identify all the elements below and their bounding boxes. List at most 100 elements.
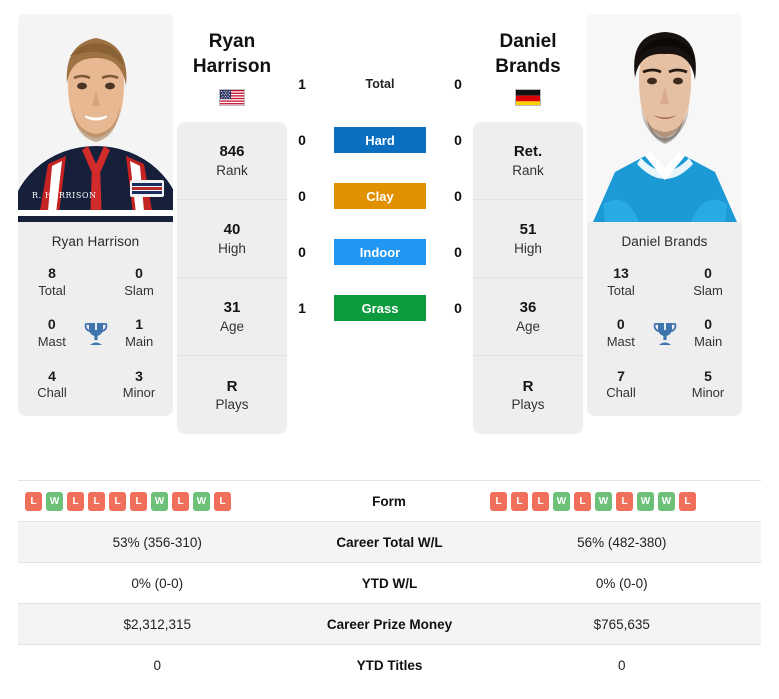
row-label-ytd-wl: YTD W/L — [361, 575, 418, 591]
form-badge-l[interactable]: L — [574, 491, 591, 511]
value: 0 — [135, 265, 143, 281]
h2h-row-indoor: 0 Indoor 0 — [291, 238, 469, 266]
value: $765,635 — [593, 616, 650, 632]
left-player-photo-column: R. HARRISON Ryan Harrison 8 Total 0 Slam… — [18, 14, 173, 480]
titles-row: 13 Total 0 Slam — [595, 265, 734, 299]
label: High — [514, 240, 542, 256]
left-player-photo: R. HARRISON — [18, 14, 173, 222]
value: 7 — [617, 367, 625, 384]
value: 0 — [617, 657, 626, 673]
h2h-left-score: 1 — [298, 300, 306, 316]
h2h-right-score: 0 — [454, 132, 462, 148]
titles-row: 8 Total 0 Slam — [26, 265, 165, 299]
form-badge-l[interactable]: L — [679, 491, 696, 511]
value: 8 — [48, 265, 56, 281]
form-badge-w[interactable]: W — [46, 491, 63, 511]
right-stat-rank: Ret. Rank — [473, 122, 583, 201]
de-flag-icon — [515, 89, 541, 107]
form-badge-l[interactable]: L — [616, 491, 633, 511]
form-badge-w[interactable]: W — [553, 491, 570, 511]
row-label-career-total-wl: Career Total W/L — [336, 534, 443, 550]
label: Mast — [37, 333, 66, 349]
left-stat-rank: 846 Rank — [177, 122, 287, 201]
svg-text:R. HARRISON: R. HARRISON — [32, 191, 97, 200]
surface-badge-clay[interactable]: Clay — [334, 183, 426, 209]
left-value-cell: 0 — [18, 658, 297, 673]
form-badge-w[interactable]: W — [658, 491, 675, 511]
left-form-cell: LWLLLLWLWL — [18, 491, 296, 511]
right-form-badges: LLLWLWLWWL — [490, 491, 696, 511]
form-badge-l[interactable]: L — [511, 491, 528, 511]
right-player-last-name: Brands — [495, 55, 561, 77]
value: 0 — [153, 657, 161, 673]
comparison-table: LWLLLLWLWL Form LLLWLWLWWL 53% (356-310)… — [0, 480, 779, 685]
value: 0 — [47, 316, 56, 333]
left-titles-card: Ryan Harrison 8 Total 0 Slam 0 Mast 1 Ma… — [18, 222, 173, 417]
left-titles-mast: 0 Mast — [26, 316, 78, 350]
label: Rank — [512, 162, 544, 178]
right-player-photo — [587, 14, 742, 222]
form-badge-l[interactable]: L — [25, 491, 42, 511]
label: Minor — [122, 385, 156, 401]
left-player-name[interactable]: Ryan Harrison — [177, 30, 287, 79]
left-stat-high: 40 High — [177, 200, 287, 279]
form-badge-l[interactable]: L — [214, 491, 231, 511]
titles-row: 7 Chall 5 Minor — [595, 368, 734, 402]
titles-row: 0 Mast — [595, 316, 734, 350]
value: 3 — [135, 367, 143, 384]
form-badge-l[interactable]: L — [172, 491, 189, 511]
form-badge-w[interactable]: W — [151, 491, 168, 511]
table-row-ytd-wl: 0% (0-0) YTD W/L 0% (0-0) — [18, 562, 761, 603]
form-badge-l[interactable]: L — [490, 491, 507, 511]
head-to-head-column: 1 Total 0 0 Hard 0 0 Clay 0 0 Indoor 0 1 — [291, 14, 469, 480]
surface-badge-hard[interactable]: Hard — [334, 127, 426, 153]
h2h-right-score: 0 — [454, 76, 462, 92]
right-value-cell: $765,635 — [483, 617, 762, 632]
right-value-cell: 56% (482-380) — [483, 535, 762, 550]
row-label-ytd-titles: YTD Titles — [356, 657, 423, 673]
h2h-left-score: 0 — [298, 188, 306, 204]
surface-badge-indoor[interactable]: Indoor — [334, 239, 426, 265]
label: Age — [219, 318, 245, 334]
right-stat-high: 51 High — [473, 200, 583, 279]
table-row-career-total-wl: 53% (356-310) Career Total W/L 56% (482-… — [18, 521, 761, 562]
form-badge-w[interactable]: W — [637, 491, 654, 511]
us-flag-icon — [219, 89, 245, 107]
left-player-info-column: Ryan Harrison 846 Rank 40 High 31 Age R … — [173, 14, 291, 480]
titles-row: 4 Chall 3 Minor — [26, 368, 165, 402]
label: Plays — [215, 397, 249, 413]
h2h-right-score: 0 — [454, 300, 462, 316]
table-row-career-prize-money: $2,312,315 Career Prize Money $765,635 — [18, 603, 761, 644]
form-badge-w[interactable]: W — [595, 491, 612, 511]
h2h-right-score: 0 — [454, 244, 462, 260]
label: Main — [694, 333, 723, 349]
value: 36 — [519, 299, 537, 317]
value: $2,312,315 — [123, 616, 192, 632]
value: 4 — [48, 367, 56, 384]
left-player-last-name: Harrison — [192, 55, 272, 77]
left-stat-plays: R Plays — [177, 356, 287, 434]
trophy-icon — [647, 316, 683, 350]
left-titles-total: 8 Total — [26, 265, 78, 299]
label: Plays — [511, 397, 545, 413]
right-stats-card: Ret. Rank 51 High 36 Age R Plays — [473, 122, 583, 435]
left-player-first-name: Ryan — [208, 31, 256, 52]
left-stats-card: 846 Rank 40 High 31 Age R Plays — [177, 122, 287, 435]
form-badge-l[interactable]: L — [532, 491, 549, 511]
form-badge-l[interactable]: L — [109, 491, 126, 511]
left-value-cell: 53% (356-310) — [18, 535, 297, 550]
value: 0% (0-0) — [595, 575, 648, 591]
h2h-row-total: 1 Total 0 — [291, 70, 469, 98]
player-comparison-page: R. HARRISON Ryan Harrison 8 Total 0 Slam… — [0, 0, 779, 699]
right-player-first-name: Daniel — [499, 31, 557, 52]
form-badge-w[interactable]: W — [193, 491, 210, 511]
right-player-name[interactable]: Daniel Brands — [473, 30, 583, 79]
form-badge-l[interactable]: L — [67, 491, 84, 511]
value: 56% (482-380) — [577, 534, 667, 550]
form-badge-l[interactable]: L — [130, 491, 147, 511]
titles-row: 0 Mast — [26, 316, 165, 350]
label: Slam — [124, 282, 154, 298]
right-form-cell: LLLWLWLWWL — [482, 491, 761, 511]
form-badge-l[interactable]: L — [88, 491, 105, 511]
surface-badge-grass[interactable]: Grass — [334, 295, 426, 321]
